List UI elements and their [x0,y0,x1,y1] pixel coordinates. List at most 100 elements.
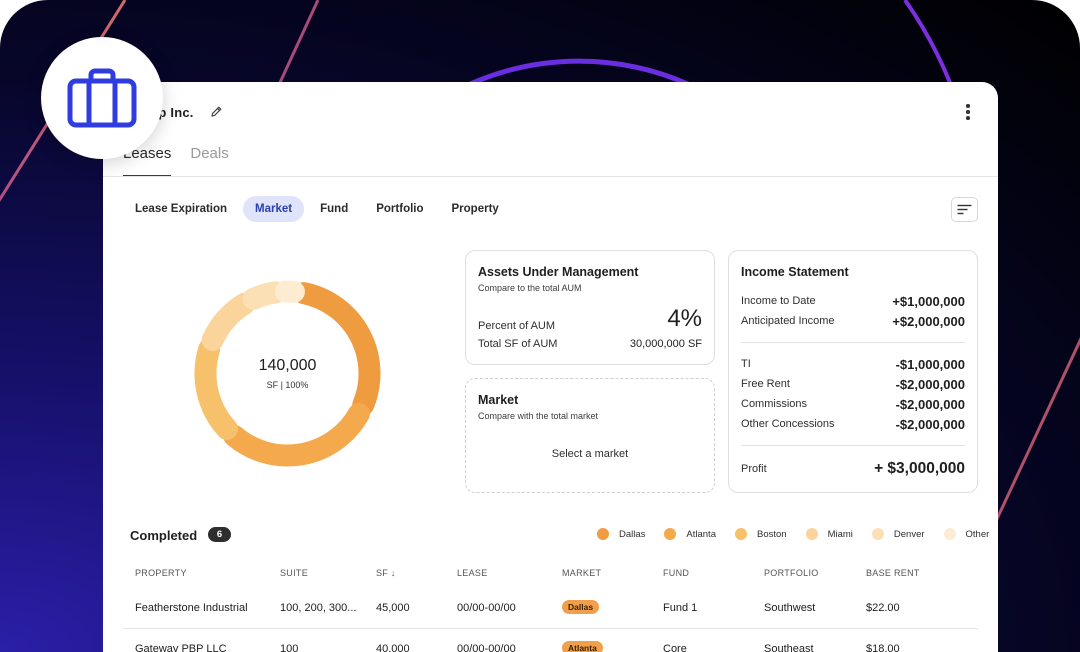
legend-item: Miami [805,528,853,540]
expense-label: Free Rent [741,378,790,390]
aum-percent-label: Percent of AUM [478,320,556,332]
more-options-icon[interactable] [964,104,972,122]
profit-value: + $3,000,000 [874,460,965,477]
cell-sf: 45,000 [376,602,410,614]
filter-market[interactable]: Market [243,196,305,222]
legend-dot [734,528,747,540]
donut-segment[interactable] [223,402,370,467]
expense-value: -$2,000,000 [895,417,965,432]
filter-fund[interactable]: Fund [308,196,360,222]
briefcase-icon [67,68,137,128]
tab-deals[interactable]: Deals [190,145,228,177]
income-title: Income Statement [741,265,849,279]
filter-pills: Lease Expiration Market Fund Portfolio P… [123,196,515,222]
legend-dot [943,528,956,540]
legend-label: Atlanta [686,528,716,540]
donut-center-caption: SF | 100% [267,380,309,390]
cell-suite: 100 [280,643,299,652]
donut-segment[interactable] [201,292,256,352]
legend-label: Miami [827,528,853,540]
leases-card: ep Inc. Leases Deals Lease Expiration Ma… [103,82,998,652]
completed-count-badge: 6 [208,527,231,542]
cell-property: Featherstone Industrial [135,602,248,614]
select-market-prompt[interactable]: Select a market [466,448,714,460]
legend-label: Boston [756,528,787,540]
column-header-suite[interactable]: SUITE [280,568,308,578]
sort-filter-button[interactable] [951,197,978,222]
market-tag: Atlanta [562,641,603,652]
cell-property: Gateway PBP LLC [135,643,227,652]
market-tag: Dallas [562,600,600,614]
cell-lease: 00/00-00/00 [457,643,516,652]
top-tabs: Leases Deals [123,145,248,177]
legend-item: Atlanta [664,528,716,540]
cell-portfolio: Southeast [764,643,814,652]
legend-item: Boston [734,528,787,540]
expense-value: -$2,000,000 [895,397,965,412]
expense-value: -$1,000,000 [895,357,965,372]
aum-title: Assets Under Management [478,265,639,279]
market-panel[interactable]: Market Compare with the total market Sel… [465,378,715,493]
legend-item: Dallas [597,528,645,540]
column-header-portfolio[interactable]: PORTFOLIO [764,568,819,578]
aum-total-value: 30,000,000 SF [629,338,702,350]
expense-label: TI [741,358,751,370]
income-statement-panel: Income Statement Income to Date +$1,000,… [728,250,978,493]
filter-lease-expiration[interactable]: Lease Expiration [123,196,239,222]
table-row[interactable]: Featherstone Industrial 100, 200, 300...… [103,592,998,630]
cell-base-rent: $18.00 [866,643,900,652]
cell-fund: Fund 1 [663,602,698,614]
expense-label: Commissions [741,398,808,410]
column-header-fund[interactable]: FUND [663,568,689,578]
income-value: +$2,000,000 [892,314,965,329]
cell-fund: Core [663,643,687,652]
legend-dot [871,528,884,540]
legend-label: Denver [893,528,925,540]
row-divider [123,628,978,629]
donut-center-value: 140,000 [259,357,317,374]
market-donut-chart: 140,000 SF | 100% [194,280,381,467]
legend-dot [597,528,609,540]
table-row[interactable]: Gateway PBP LLC 100 40,000 00/00-00/00 A… [103,633,998,652]
legend-label: Dallas [619,528,646,540]
profit-label: Profit [741,463,767,475]
legend-item: Other [943,528,989,540]
column-header-lease[interactable]: LEASE [457,568,488,578]
sort-down-arrow-icon: ↓ [390,568,396,578]
tabs-divider [103,176,998,177]
income-label: Income to Date [741,295,816,307]
cell-market: Atlanta [562,641,603,652]
aum-percent-value: 4% [667,305,702,332]
cell-base-rent: $22.00 [866,602,900,614]
filter-portfolio[interactable]: Portfolio [364,196,435,222]
column-header-market[interactable]: MARKET [562,568,601,578]
column-header-base-rent[interactable]: BASE RENT [866,568,920,578]
legend-dot [664,528,677,540]
legend-item: Denver [871,528,925,540]
donut-segment[interactable] [242,281,287,310]
column-header-sf-label: SF [376,568,389,578]
donut-segment[interactable] [292,282,381,416]
briefcase-badge [41,37,163,159]
cell-sf: 40,000 [376,643,410,652]
donut-legend: Dallas Atlanta Boston Miami Denver Other [597,528,989,540]
legend-dot [805,528,818,540]
aum-panel: Assets Under Management Compare to the t… [465,250,715,365]
income-value: +$1,000,000 [892,294,965,309]
filter-property[interactable]: Property [440,196,511,222]
aum-total-label: Total SF of AUM [478,338,558,350]
column-header-sf[interactable]: SF ↓ [376,568,396,578]
market-title: Market [478,393,519,407]
cell-suite: 100, 200, 300... [280,602,357,614]
background-stage: ep Inc. Leases Deals Lease Expiration Ma… [0,0,1080,652]
cell-market: Dallas [562,600,600,614]
completed-heading: Completed [130,528,198,543]
cell-portfolio: Southwest [764,602,816,614]
donut-segment[interactable] [194,338,239,440]
market-subtitle: Compare with the total market [478,411,599,421]
edit-pencil-icon[interactable] [210,105,223,123]
expense-label: Other Concessions [741,418,835,430]
cell-lease: 00/00-00/00 [457,602,516,614]
income-label: Anticipated Income [741,315,835,327]
column-header-property[interactable]: PROPERTY [135,568,187,578]
